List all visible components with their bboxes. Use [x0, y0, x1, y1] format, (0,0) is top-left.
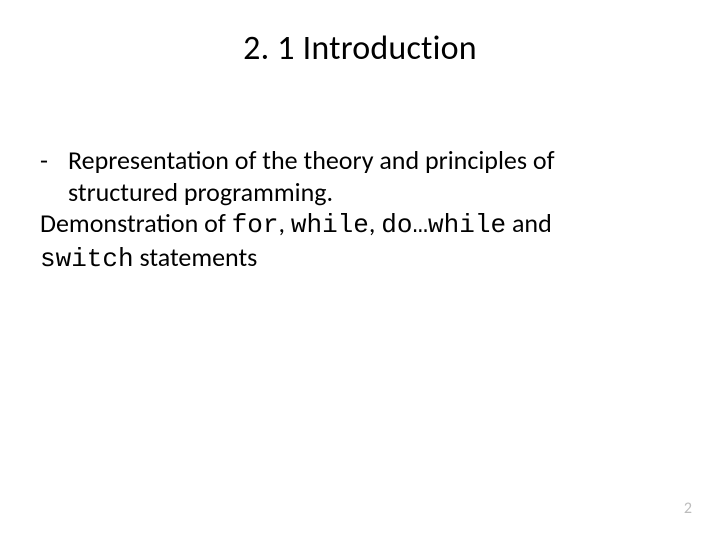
slide: 2. 1 Introduction - Representation of th…	[0, 0, 720, 540]
bullet-text: Representation of the theory and princip…	[68, 145, 680, 208]
keyword-do-while: do…while	[381, 210, 506, 240]
sep: ,	[278, 207, 290, 239]
bullet-line-1: Representation of the theory and princip…	[68, 144, 555, 176]
bullet-line-2: structured programming.	[68, 176, 333, 208]
bullet-item: - Representation of the theory and princ…	[40, 145, 680, 208]
keyword-while: while	[291, 210, 369, 240]
demo-prefix: Demonstration of	[40, 207, 232, 239]
demo-suffix: statements	[134, 241, 258, 273]
sep: ,	[369, 207, 381, 239]
demonstration-line: Demonstration of for, while, do…while an…	[40, 208, 680, 275]
demo-mid: and	[506, 207, 552, 239]
slide-body: - Representation of the theory and princ…	[40, 145, 680, 276]
slide-title: 2. 1 Introduction	[0, 28, 720, 69]
keyword-for: for	[232, 210, 279, 240]
bullet-dash: -	[40, 145, 68, 208]
page-number: 2	[684, 499, 692, 518]
keyword-switch: switch	[40, 244, 134, 274]
